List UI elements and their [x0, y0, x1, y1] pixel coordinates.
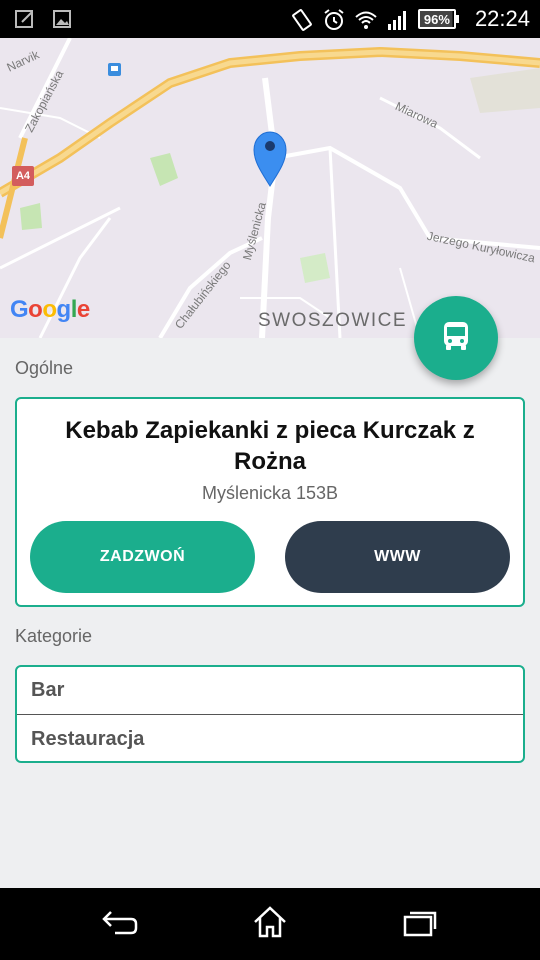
place-title: Kebab Zapiekanki z pieca Kurczak z Rożna: [65, 417, 475, 475]
clock: 22:24: [474, 6, 530, 31]
www-button[interactable]: WWW: [285, 521, 510, 593]
details-panel: Ogólne Kebab Zapiekanki z pieca Kurczak …: [0, 338, 540, 888]
status-bar: 96% 22:24: [0, 0, 540, 38]
place-info-card: Kebab Zapiekanki z pieca Kurczak z Rożna…: [15, 397, 525, 607]
alarm-icon: [322, 8, 344, 30]
recents-button[interactable]: [400, 906, 440, 942]
recents-icon: [402, 907, 438, 942]
image-notification-icon: [52, 8, 74, 30]
categories-section-label: Kategorie: [15, 626, 93, 646]
google-logo: Google: [10, 296, 90, 323]
home-button[interactable]: [250, 905, 290, 944]
road-badge-a4: A4: [12, 166, 34, 186]
transit-fab[interactable]: [414, 296, 498, 380]
map-label-district: SWOSZOWICE: [258, 310, 408, 331]
back-icon: [101, 908, 139, 941]
vibrate-icon: [290, 8, 312, 31]
general-section-label: Ogólne: [15, 358, 74, 378]
edit-notification-icon: [14, 8, 36, 30]
place-address: Myślenicka 153B: [201, 483, 339, 503]
battery-indicator: 96%: [417, 9, 459, 29]
categories-card: Bar Restauracja: [15, 665, 525, 763]
wifi-icon: [354, 8, 377, 30]
map-view[interactable]: A4 Narvik Zakopiańska Miarowa Myślenicka…: [0, 38, 540, 338]
bus-icon: [441, 320, 471, 357]
signal-icon: [386, 8, 408, 30]
call-button[interactable]: ZADZWOŃ: [30, 521, 255, 593]
battery-level: 96%: [417, 9, 456, 29]
back-button[interactable]: [100, 906, 140, 942]
system-nav-bar: [0, 888, 540, 960]
home-icon: [252, 905, 288, 944]
category-item-restauracja[interactable]: Restauracja: [17, 715, 523, 763]
category-item-bar[interactable]: Bar: [17, 667, 523, 715]
